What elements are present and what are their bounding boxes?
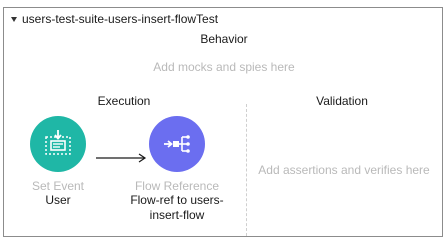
execution-validation-divider [246,104,247,236]
set-event-icon [45,130,71,155]
flow-reference-icon [164,135,190,153]
execution-label: Execution [97,94,151,108]
flow-reference-circle[interactable] [149,116,205,172]
validation-placeholder[interactable]: Add assertions and verifies here [249,163,439,177]
test-title: users-test-suite-users-insert-flowTest [22,12,219,26]
behavior-label: Behavior [200,32,248,46]
set-event-circle[interactable] [30,116,86,172]
flow-reference-type-label: Flow Reference [134,179,220,193]
validation-label: Validation [316,94,368,108]
collapse-caret-icon[interactable] [11,17,17,22]
set-event-name: User [45,193,71,207]
test-frame: users-test-suite-users-insert-flowTest B… [3,7,443,237]
test-title-row[interactable]: users-test-suite-users-insert-flowTest [11,11,218,27]
set-event-type-label: Set Event [31,179,85,193]
flow-reference-name-line2: insert-flow [149,208,205,222]
flow-reference-name-line1: Flow-ref to users- [130,193,224,207]
flow-reference-node[interactable]: Flow Reference Flow-ref to users- insert… [117,116,237,223]
behavior-placeholder[interactable]: Add mocks and spies here [124,60,324,74]
